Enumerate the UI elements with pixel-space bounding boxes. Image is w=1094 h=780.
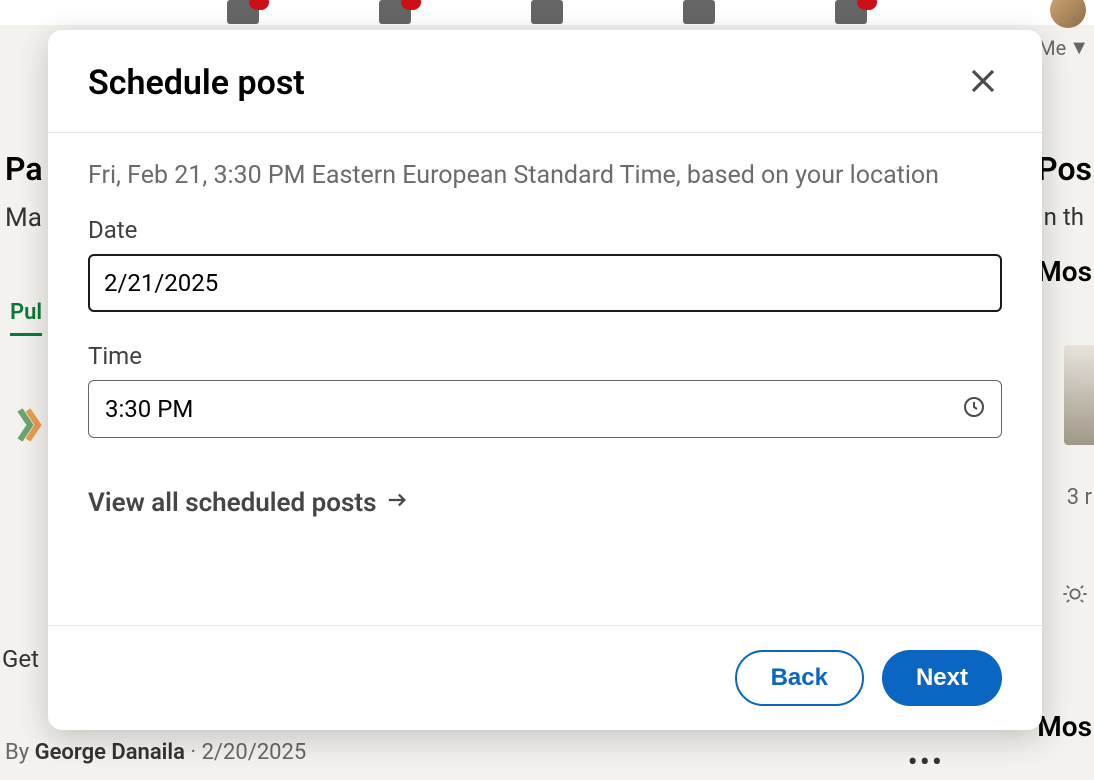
view-scheduled-posts-link[interactable]: View all scheduled posts <box>88 488 408 518</box>
top-nav-bar <box>0 0 1094 25</box>
time-input[interactable] <box>88 380 1002 438</box>
date-label: Date <box>88 216 1002 244</box>
time-label: Time <box>88 342 1002 370</box>
author-date: · 2/20/2025 <box>185 740 306 765</box>
network-icon[interactable] <box>379 0 411 24</box>
time-input-wrapper <box>88 380 1002 438</box>
close-icon <box>968 66 998 96</box>
home-icon[interactable] <box>227 0 259 24</box>
bg-right-heading: Mos <box>1037 255 1092 288</box>
bg-left-title: Pa <box>5 150 43 188</box>
modal-header: Schedule post <box>48 30 1042 133</box>
jobs-icon[interactable] <box>531 0 563 24</box>
modal-title: Schedule post <box>88 63 305 103</box>
back-button[interactable]: Back <box>735 650 864 706</box>
timezone-info: Fri, Feb 21, 3:30 PM Eastern European St… <box>88 161 1002 190</box>
view-all-label: View all scheduled posts <box>88 488 376 518</box>
notification-badge <box>401 0 421 10</box>
date-input[interactable] <box>88 254 1002 312</box>
lightbulb-icon[interactable] <box>1061 580 1089 614</box>
bg-logo-icon <box>10 400 50 450</box>
me-dropdown[interactable]: Me ▼ <box>1038 35 1089 60</box>
modal-footer: Back Next <box>48 625 1042 730</box>
bg-right-content: Pos In th <box>1037 150 1092 231</box>
bg-right-title: Pos <box>1037 150 1092 188</box>
notification-badge <box>249 0 269 10</box>
author-prefix: By <box>5 740 35 765</box>
bg-bottom-text: Get <box>2 645 39 673</box>
bg-right-heading-2: Mos <box>1037 710 1092 743</box>
bg-left-subtitle: Ma <box>5 203 43 233</box>
schedule-post-modal: Schedule post Fri, Feb 21, 3:30 PM Easte… <box>48 30 1042 730</box>
more-menu-icon[interactable]: ••• <box>908 745 944 780</box>
bg-tab[interactable]: Pul <box>10 300 42 336</box>
notifications-icon[interactable] <box>835 0 867 24</box>
notification-badge <box>857 0 877 10</box>
messaging-icon[interactable] <box>683 0 715 24</box>
me-label: Me <box>1038 36 1066 60</box>
arrow-right-icon <box>386 488 408 518</box>
bg-thumbnail <box>1064 345 1094 445</box>
next-button[interactable]: Next <box>882 650 1002 706</box>
bg-left-content: Pa Ma <box>5 150 43 233</box>
bg-thumb-text: 3 r <box>1067 485 1092 510</box>
bg-author-line: By George Danaila · 2/20/2025 <box>5 740 306 765</box>
author-name: George Danaila <box>35 740 185 765</box>
bg-right-subtitle: In th <box>1037 203 1092 231</box>
modal-body: Fri, Feb 21, 3:30 PM Eastern European St… <box>48 133 1042 625</box>
chevron-down-icon: ▼ <box>1069 35 1089 60</box>
close-button[interactable] <box>964 62 1002 104</box>
